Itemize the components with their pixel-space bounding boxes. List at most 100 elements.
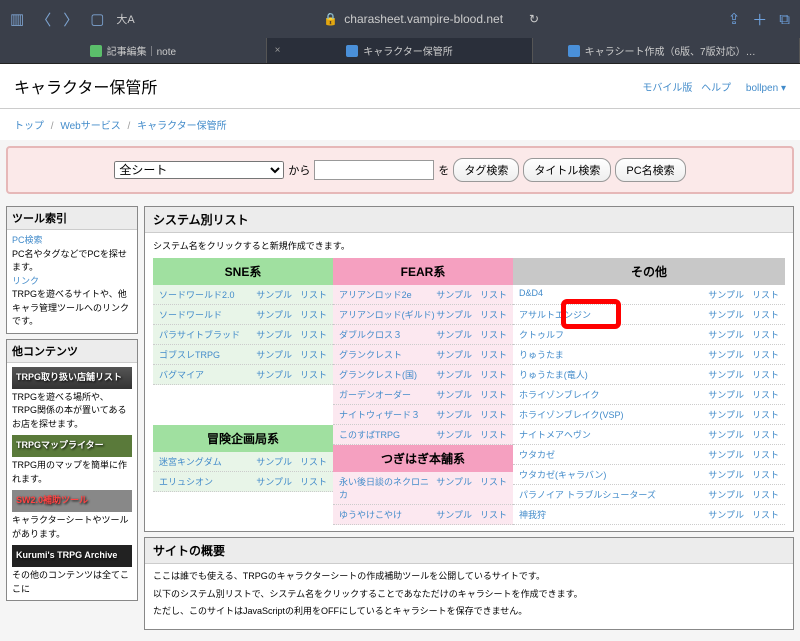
sample-link[interactable]: サンプル bbox=[436, 475, 472, 501]
list-link[interactable]: リスト bbox=[752, 468, 779, 481]
sample-link[interactable]: サンプル bbox=[256, 328, 292, 341]
tab-cthulhu[interactable]: キャラシート作成（6版、7版対応）｜クトゥルフWEBダイス bbox=[533, 38, 800, 63]
list-link[interactable]: リスト bbox=[752, 368, 779, 381]
thumb-archive[interactable]: Kurumi's TRPG Archive bbox=[12, 545, 132, 567]
system-link[interactable]: ゆうやけこやけ bbox=[339, 508, 436, 521]
system-link[interactable]: りゅうたま bbox=[519, 348, 708, 361]
sample-link[interactable]: サンプル bbox=[708, 368, 744, 381]
list-link[interactable]: リスト bbox=[480, 348, 507, 361]
system-link[interactable]: ナイトメアヘヴン bbox=[519, 428, 708, 441]
sample-link[interactable]: サンプル bbox=[708, 448, 744, 461]
forward-icon[interactable]: 〉 bbox=[63, 9, 78, 30]
list-link[interactable]: リスト bbox=[300, 475, 327, 488]
list-link[interactable]: リスト bbox=[752, 348, 779, 361]
sample-link[interactable]: サンプル bbox=[256, 288, 292, 301]
user-menu[interactable]: bollpen ▾ bbox=[740, 83, 786, 94]
system-link[interactable]: ホライゾンブレイク(VSP) bbox=[519, 408, 708, 421]
list-link[interactable]: リスト bbox=[752, 388, 779, 401]
sample-link[interactable]: サンプル bbox=[436, 348, 472, 361]
sample-link[interactable]: サンプル bbox=[436, 388, 472, 401]
sample-link[interactable]: サンプル bbox=[256, 368, 292, 381]
url-bar[interactable]: 🔒 charasheet.vampire-blood.net ↻ bbox=[147, 12, 716, 26]
back-icon[interactable]: 〈 bbox=[36, 9, 51, 30]
system-link[interactable]: ダブルクロス３ bbox=[339, 328, 436, 341]
sample-link[interactable]: サンプル bbox=[436, 408, 472, 421]
newtab-icon[interactable]: ＋ bbox=[752, 9, 767, 30]
system-link[interactable]: パラサイトブラッド bbox=[159, 328, 256, 341]
sample-link[interactable]: サンプル bbox=[708, 488, 744, 501]
list-link[interactable]: リスト bbox=[752, 288, 779, 301]
thumb-sw20[interactable]: SW2.0補助ツール bbox=[12, 490, 132, 512]
system-link[interactable]: アリアンロッド(ギルド) bbox=[339, 308, 436, 321]
sample-link[interactable]: サンプル bbox=[708, 308, 744, 321]
list-link[interactable]: リスト bbox=[752, 308, 779, 321]
search-input[interactable] bbox=[314, 160, 434, 180]
sample-link[interactable]: サンプル bbox=[436, 508, 472, 521]
list-link[interactable]: リスト bbox=[752, 508, 779, 521]
list-link[interactable]: リスト bbox=[480, 368, 507, 381]
tabs-icon[interactable]: ⧉ bbox=[779, 11, 790, 28]
system-link[interactable]: ソードワールド bbox=[159, 308, 256, 321]
system-link[interactable]: エリュシオン bbox=[159, 475, 256, 488]
system-link[interactable]: ナイトウィザード３ bbox=[339, 408, 436, 421]
list-link[interactable]: リスト bbox=[480, 328, 507, 341]
sidebar-icon[interactable]: ▥ bbox=[10, 10, 24, 28]
sample-link[interactable]: サンプル bbox=[436, 308, 472, 321]
sample-link[interactable]: サンプル bbox=[708, 288, 744, 301]
system-link[interactable]: ゴブスレTRPG bbox=[159, 348, 256, 361]
list-link[interactable]: リスト bbox=[300, 368, 327, 381]
sample-link[interactable]: サンプル bbox=[708, 468, 744, 481]
list-link[interactable]: リスト bbox=[752, 328, 779, 341]
crumb-cur[interactable]: キャラクター保管所 bbox=[137, 121, 227, 132]
links-link[interactable]: リンク bbox=[12, 276, 39, 286]
sample-link[interactable]: サンプル bbox=[708, 428, 744, 441]
sample-link[interactable]: サンプル bbox=[436, 328, 472, 341]
list-link[interactable]: リスト bbox=[300, 348, 327, 361]
sample-link[interactable]: サンプル bbox=[708, 508, 744, 521]
sample-link[interactable]: サンプル bbox=[708, 408, 744, 421]
share-icon[interactable]: ⇪ bbox=[728, 10, 741, 28]
sample-link[interactable]: サンプル bbox=[708, 348, 744, 361]
close-icon[interactable]: × bbox=[275, 45, 281, 56]
sample-link[interactable]: サンプル bbox=[436, 288, 472, 301]
list-link[interactable]: リスト bbox=[480, 475, 507, 501]
system-link[interactable]: グランクレスト bbox=[339, 348, 436, 361]
tab-charasheet[interactable]: × キャラクター保管所 bbox=[267, 38, 534, 63]
list-link[interactable]: リスト bbox=[300, 288, 327, 301]
help-link[interactable]: ヘルプ bbox=[701, 83, 731, 94]
tag-search-button[interactable]: タグ検索 bbox=[453, 158, 519, 182]
system-link[interactable]: ウタカゼ bbox=[519, 448, 708, 461]
list-link[interactable]: リスト bbox=[480, 308, 507, 321]
pc-search-button[interactable]: PC名検索 bbox=[615, 158, 685, 182]
list-link[interactable]: リスト bbox=[752, 488, 779, 501]
sample-link[interactable]: サンプル bbox=[256, 455, 292, 468]
system-link[interactable]: ホライゾンブレイク bbox=[519, 388, 708, 401]
list-link[interactable]: リスト bbox=[480, 408, 507, 421]
list-link[interactable]: リスト bbox=[300, 455, 327, 468]
list-link[interactable]: リスト bbox=[480, 288, 507, 301]
system-link[interactable]: バグマイア bbox=[159, 368, 256, 381]
sheet-select[interactable]: 全シート bbox=[114, 161, 284, 179]
system-link[interactable]: グランクレスト(国) bbox=[339, 368, 436, 381]
list-link[interactable]: リスト bbox=[752, 428, 779, 441]
pc-search-link[interactable]: PC検索 bbox=[12, 235, 43, 245]
list-link[interactable]: リスト bbox=[752, 448, 779, 461]
system-link[interactable]: ソードワールド2.0 bbox=[159, 288, 256, 301]
title-search-button[interactable]: タイトル検索 bbox=[523, 158, 611, 182]
system-link[interactable]: 神我狩 bbox=[519, 508, 708, 521]
crumb-top[interactable]: トップ bbox=[14, 121, 44, 132]
list-link[interactable]: リスト bbox=[300, 328, 327, 341]
system-link[interactable]: パラノイア トラブルシューターズ bbox=[519, 488, 708, 501]
thumb-shop[interactable]: TRPG取り扱い店舗リスト bbox=[12, 367, 132, 389]
zoom-label[interactable]: 大A bbox=[116, 11, 134, 27]
sample-link[interactable]: サンプル bbox=[436, 368, 472, 381]
bookmark-icon[interactable]: ▢ bbox=[90, 10, 104, 28]
system-link[interactable]: アリアンロッド2e bbox=[339, 288, 436, 301]
system-link[interactable]: このすばTRPG bbox=[339, 428, 436, 441]
list-link[interactable]: リスト bbox=[300, 308, 327, 321]
tab-note[interactable]: 記事編集｜note bbox=[0, 38, 267, 63]
list-link[interactable]: リスト bbox=[480, 428, 507, 441]
sample-link[interactable]: サンプル bbox=[436, 428, 472, 441]
sample-link[interactable]: サンプル bbox=[256, 308, 292, 321]
system-link[interactable]: 迷宮キングダム bbox=[159, 455, 256, 468]
